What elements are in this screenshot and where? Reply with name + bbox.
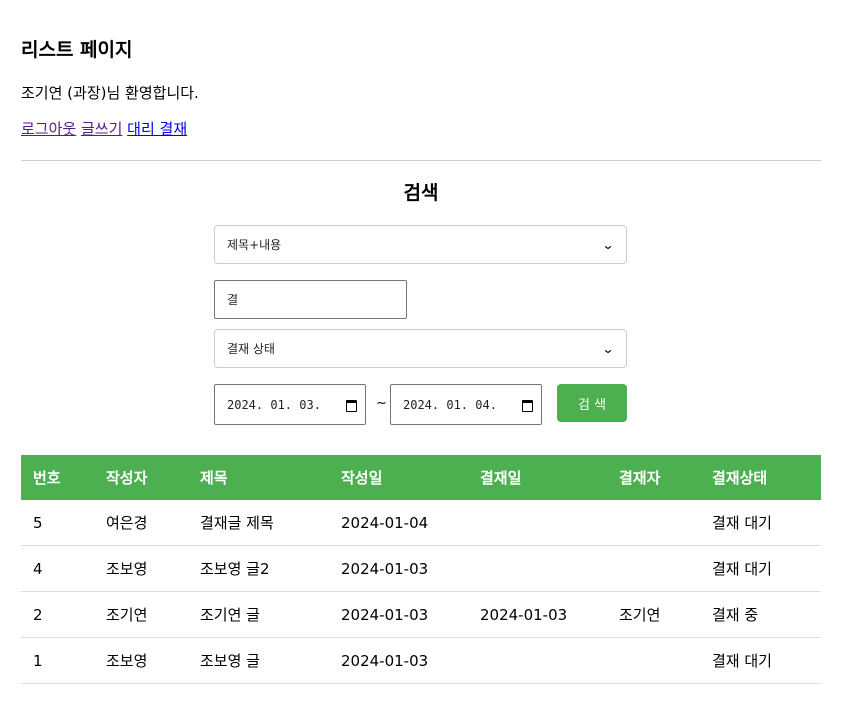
header-number: 번호 xyxy=(33,469,61,487)
user-links: 로그아웃 글쓰기 대리 결재 xyxy=(21,119,187,139)
header-approver: 결재자 xyxy=(619,469,661,487)
logout-link[interactable]: 로그아웃 xyxy=(21,120,76,138)
chevron-down-icon: ⌄ xyxy=(601,237,615,252)
cell-approval-date: 2024-01-03 xyxy=(480,605,568,624)
cell-status: 결재 대기 xyxy=(712,514,772,532)
write-link[interactable]: 글쓰기 xyxy=(81,120,122,138)
chevron-down-icon: ⌄ xyxy=(601,341,615,356)
table-row[interactable]: 5 여은경 결재글 제목 2024-01-04 결재 대기 xyxy=(21,500,821,546)
cell-status: 결재 대기 xyxy=(712,560,772,578)
search-type-select[interactable]: 제목+내용 ⌄ xyxy=(214,225,627,264)
status-select-value: 결재 상태 xyxy=(227,342,275,356)
search-button[interactable]: 검 색 xyxy=(557,384,627,422)
cell-author: 여은경 xyxy=(106,514,148,532)
table-row[interactable]: 4 조보영 조보영 글2 2024-01-03 결재 대기 xyxy=(21,546,821,592)
cell-status: 결재 중 xyxy=(712,606,759,624)
cell-title[interactable]: 조보영 글2 xyxy=(200,546,270,591)
search-title: 검색 xyxy=(403,182,439,204)
table-header: 번호 작성자 제목 작성일 결재일 결재자 결재상태 xyxy=(21,455,821,500)
status-select[interactable]: 결재 상태 ⌄ xyxy=(214,329,627,368)
cell-author: 조보영 xyxy=(106,560,148,578)
cell-number: 2 xyxy=(33,605,43,624)
table-row[interactable]: 1 조보영 조보영 글 2024-01-03 결재 대기 xyxy=(21,638,821,684)
header-created-date: 작성일 xyxy=(341,469,383,487)
header-status: 결재상태 xyxy=(712,469,768,487)
cell-title[interactable]: 조보영 글 xyxy=(200,638,260,683)
date-to-input[interactable]: 2024. 01. 04. xyxy=(390,384,542,425)
cell-approver: 조기연 xyxy=(619,606,661,624)
cell-created-date: 2024-01-03 xyxy=(341,605,429,624)
cell-author: 조기연 xyxy=(106,606,148,624)
cell-author: 조보영 xyxy=(106,652,148,670)
search-type-value: 제목+내용 xyxy=(227,238,282,252)
cell-status: 결재 대기 xyxy=(712,652,772,670)
cell-number: 1 xyxy=(33,651,43,670)
cell-title[interactable]: 조기연 글 xyxy=(200,592,260,637)
search-keyword-value: 결 xyxy=(227,293,239,307)
search-keyword-input[interactable]: 결 xyxy=(214,280,407,319)
cell-created-date: 2024-01-04 xyxy=(341,513,429,532)
cell-number: 4 xyxy=(33,559,43,578)
header-approval-date: 결재일 xyxy=(480,469,522,487)
date-from-input[interactable]: 2024. 01. 03. xyxy=(214,384,366,425)
approval-table: 번호 작성자 제목 작성일 결재일 결재자 결재상태 5 여은경 결재글 제목 … xyxy=(21,455,821,684)
calendar-icon[interactable] xyxy=(346,399,357,412)
cell-number: 5 xyxy=(33,513,43,532)
page-title: 리스트 페이지 xyxy=(21,39,133,61)
divider xyxy=(21,160,821,161)
cell-created-date: 2024-01-03 xyxy=(341,559,429,578)
cell-created-date: 2024-01-03 xyxy=(341,651,429,670)
welcome-message: 조기연 (과장)님 환영합니다. xyxy=(21,84,199,102)
header-title: 제목 xyxy=(200,469,228,487)
date-range-separator: ~ xyxy=(376,396,387,411)
date-from-value: 2024. 01. 03. xyxy=(227,397,321,412)
calendar-icon[interactable] xyxy=(522,399,533,412)
header-author: 작성자 xyxy=(106,469,148,487)
cell-title[interactable]: 결재글 제목 xyxy=(200,500,274,545)
proxy-approval-link[interactable]: 대리 결재 xyxy=(127,120,187,138)
date-to-value: 2024. 01. 04. xyxy=(403,397,497,412)
table-row[interactable]: 2 조기연 조기연 글 2024-01-03 2024-01-03 조기연 결재… xyxy=(21,592,821,638)
